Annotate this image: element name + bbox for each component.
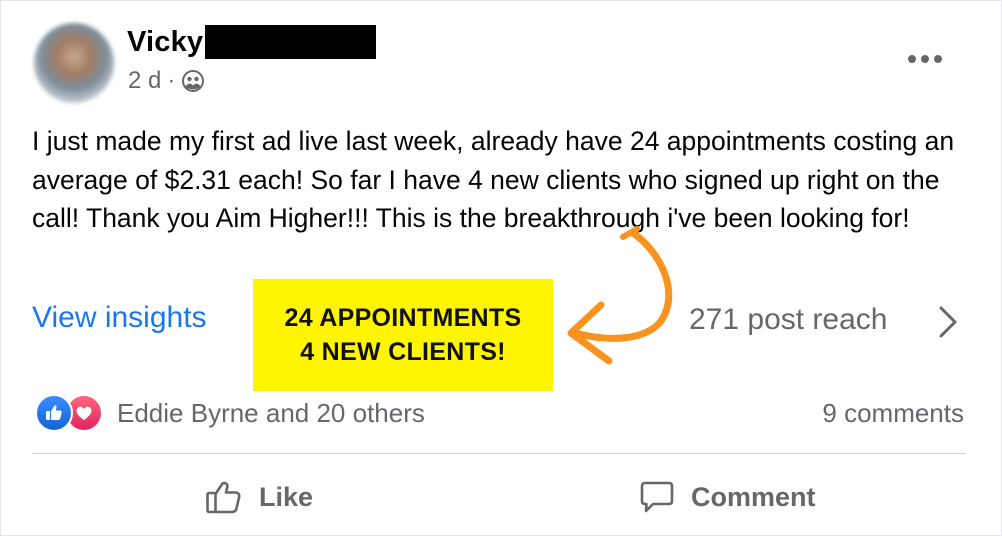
orange-arrow-icon — [567, 226, 673, 365]
redaction-bar — [205, 25, 377, 59]
comment-button-label: Comment — [691, 481, 816, 512]
reactors-text: Eddie Byrne and 20 others — [117, 397, 425, 428]
like-button-label: Like — [259, 481, 314, 512]
view-insights-link[interactable]: View insights — [32, 301, 207, 335]
action-divider — [32, 453, 966, 454]
like-icon — [35, 394, 73, 432]
post-meta: 2 d · — [128, 67, 205, 95]
highlight-line-2: 4 NEW CLIENTS! — [300, 338, 506, 366]
ellipsis-icon — [908, 55, 942, 63]
chevron-right-icon[interactable] — [933, 304, 961, 340]
post-reach-link[interactable]: 271 post reach — [689, 303, 887, 337]
meta-separator: · — [167, 67, 176, 94]
highlight-line-1: 24 APPOINTMENTS — [284, 304, 522, 332]
friends-icon[interactable] — [181, 69, 205, 93]
avatar[interactable] — [34, 23, 114, 103]
thumbs-up-icon — [206, 481, 241, 514]
post-card: Vicky 2 d · I just made my first ad live… — [0, 0, 1002, 536]
author-row: Vicky — [127, 25, 377, 59]
highlight-callout: 24 APPOINTMENTS 4 NEW CLIENTS! — [253, 279, 553, 391]
post-text: I just made my first ad live last week, … — [32, 126, 962, 233]
comment-button[interactable]: Comment — [639, 471, 816, 523]
reactions-summary[interactable]: Eddie Byrne and 20 others — [35, 394, 425, 432]
post-timestamp[interactable]: 2 d — [128, 67, 161, 95]
more-options-button[interactable] — [903, 43, 947, 75]
comments-count-link[interactable]: 9 comments — [822, 398, 964, 429]
like-button[interactable]: Like — [205, 471, 313, 523]
author-name[interactable]: Vicky — [127, 26, 203, 59]
comment-bubble-icon — [640, 481, 674, 513]
